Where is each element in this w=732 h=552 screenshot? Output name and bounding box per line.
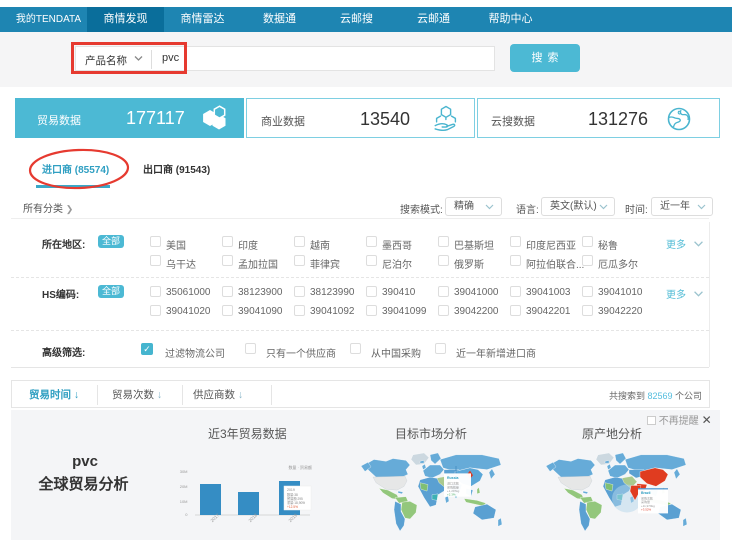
svg-text:+2.3%: +2.3% (447, 492, 456, 496)
svg-text:2019: 2019 (287, 488, 295, 492)
svg-text:数量 · 贸易额: 数量 · 贸易额 (288, 464, 312, 470)
svg-text:+3.52%: +3.52% (641, 508, 652, 512)
svg-text:+12.5%: +12.5% (287, 505, 298, 509)
svg-text:20M: 20M (180, 484, 188, 489)
svg-text:Brazil: Brazil (641, 491, 651, 495)
svg-text:Russia: Russia (447, 476, 459, 480)
svg-text:30M: 30M (180, 469, 188, 474)
svg-text:10M: 10M (180, 499, 188, 504)
svg-text:0: 0 (185, 512, 188, 517)
